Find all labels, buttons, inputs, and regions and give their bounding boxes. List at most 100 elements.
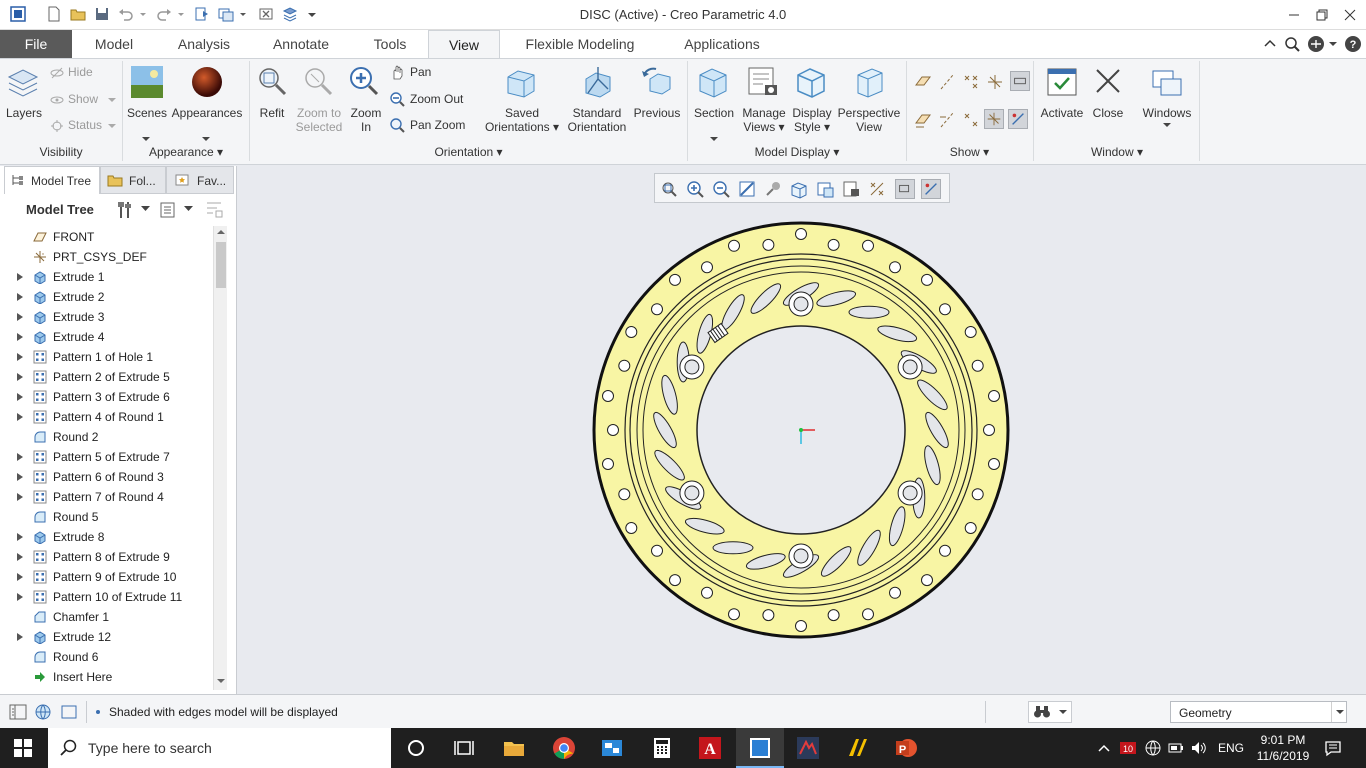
point-display-icon[interactable] <box>962 73 980 91</box>
saved-orientations-button[interactable]: Saved Orientations ▾ <box>480 106 564 134</box>
pan-zoom-button[interactable]: Pan Zoom <box>390 118 465 133</box>
expand-arrow-icon[interactable] <box>17 453 23 461</box>
tab-flexible-modeling[interactable]: Flexible Modeling <box>512 30 648 58</box>
powerpoint-icon[interactable]: P <box>894 736 918 760</box>
annotation-display-icon[interactable] <box>1008 109 1028 129</box>
selection-filter[interactable]: Geometry <box>1170 701 1347 723</box>
display-style-small-icon[interactable] <box>789 179 809 199</box>
help-icon[interactable]: ? <box>1344 35 1362 53</box>
language-indicator[interactable]: ENG <box>1218 741 1244 755</box>
chrome-icon[interactable] <box>552 736 576 760</box>
spin-center-icon[interactable] <box>1010 71 1030 91</box>
layers-button[interactable]: Layers <box>2 106 46 120</box>
expand-arrow-icon[interactable] <box>17 633 23 641</box>
tab-view[interactable]: View <box>428 30 500 59</box>
orientation-group-label[interactable]: Orientation ▾ <box>250 145 687 159</box>
windows-button[interactable]: Windows <box>1138 106 1196 120</box>
minimize-icon[interactable] <box>1285 6 1303 24</box>
tree-item[interactable]: Pattern 1 of Hole 1 <box>8 347 211 367</box>
close-button[interactable]: Close <box>1088 106 1128 120</box>
tab-model-tree[interactable]: Model Tree <box>4 166 100 194</box>
datum-display-icon[interactable] <box>867 179 887 199</box>
tray-app-icon[interactable]: 10 <box>1119 740 1137 756</box>
tab-folder-browser[interactable]: Fol... <box>100 166 166 194</box>
scenes-dropdown-icon[interactable] <box>142 137 150 143</box>
scenes-button[interactable]: Scenes <box>126 106 168 120</box>
expand-arrow-icon[interactable] <box>17 573 23 581</box>
activate-button[interactable]: Activate <box>1036 106 1088 120</box>
start-windows-icon[interactable] <box>13 738 33 758</box>
show-button[interactable]: Show <box>50 92 118 106</box>
tab-model[interactable]: Model <box>80 30 148 58</box>
tree-item[interactable]: Extrude 12 <box>8 627 211 647</box>
zoom-out-button[interactable]: Zoom Out <box>390 92 463 107</box>
expand-arrow-icon[interactable] <box>17 273 23 281</box>
community-dropdown-icon[interactable] <box>1327 38 1339 50</box>
tree-item[interactable]: Round 5 <box>8 507 211 527</box>
norton-icon[interactable] <box>846 736 870 760</box>
expand-arrow-icon[interactable] <box>17 313 23 321</box>
axis-display-icon[interactable] <box>938 73 956 91</box>
appearances-button[interactable]: Appearances <box>170 106 244 120</box>
settings-dropdown-icon[interactable] <box>141 206 150 212</box>
expand-arrow-icon[interactable] <box>17 333 23 341</box>
tree-item[interactable]: Extrude 4 <box>8 327 211 347</box>
cortana-icon[interactable] <box>404 736 428 760</box>
tree-item[interactable]: Extrude 8 <box>8 527 211 547</box>
solidworks-icon[interactable] <box>796 736 820 760</box>
taskbar-active-app[interactable] <box>736 728 784 768</box>
expand-arrow-icon[interactable] <box>17 373 23 381</box>
find-button[interactable] <box>1028 701 1072 723</box>
battery-icon[interactable] <box>1167 739 1185 757</box>
full-screen-icon[interactable] <box>60 704 78 720</box>
tree-item[interactable]: Pattern 6 of Round 3 <box>8 467 211 487</box>
model-display-group-label[interactable]: Model Display ▾ <box>688 145 906 159</box>
tree-item[interactable]: Pattern 7 of Round 4 <box>8 487 211 507</box>
view-manager-small-icon[interactable] <box>841 179 861 199</box>
csys-tag-icon[interactable] <box>984 109 1004 129</box>
expand-arrow-icon[interactable] <box>17 533 23 541</box>
collapse-ribbon-icon[interactable] <box>1262 36 1278 52</box>
zoom-in-button[interactable]: Zoom In <box>346 106 386 134</box>
tree-item[interactable]: Chamfer 1 <box>8 607 211 627</box>
tree-item[interactable]: Insert Here <box>8 667 211 687</box>
axis-tag-icon[interactable] <box>938 111 956 129</box>
tree-item[interactable]: x PRT_CSYS_DEF <box>8 247 211 267</box>
previous-button[interactable]: Previous <box>630 106 684 120</box>
tree-item[interactable]: Pattern 2 of Extrude 5 <box>8 367 211 387</box>
tree-filter-icon[interactable] <box>204 200 224 220</box>
expand-arrow-icon[interactable] <box>17 553 23 561</box>
taskbar-search-box[interactable]: Type here to search <box>48 728 391 768</box>
graphics-window[interactable] <box>238 166 1366 694</box>
pan-button[interactable]: Pan <box>390 65 431 80</box>
tree-item[interactable]: Round 6 <box>8 647 211 667</box>
spin-center-small-icon[interactable] <box>895 179 915 199</box>
plane-display-icon[interactable] <box>914 73 932 91</box>
scrollbar-thumb[interactable] <box>216 242 226 288</box>
close-icon[interactable] <box>1341 6 1359 24</box>
toggle-navigator-icon[interactable] <box>9 704 27 720</box>
appearance-group-label[interactable]: Appearance ▾ <box>122 145 250 159</box>
tab-favorites[interactable]: Fav... <box>166 166 234 194</box>
tree-item[interactable]: FRONT <box>8 227 211 247</box>
taskbar-clock[interactable]: 9:01 PM 11/6/2019 <box>1256 732 1310 764</box>
show-hidden-icons-icon[interactable] <box>1097 741 1111 755</box>
volume-icon[interactable] <box>1190 739 1208 757</box>
settings-tools-icon[interactable] <box>116 200 134 220</box>
section-button[interactable]: Section <box>690 106 738 120</box>
network-globe-icon[interactable] <box>1144 739 1162 757</box>
windows-dropdown-icon[interactable] <box>1163 123 1171 129</box>
expand-arrow-icon[interactable] <box>17 393 23 401</box>
refit-small-icon[interactable] <box>659 179 679 199</box>
tree-item[interactable]: Pattern 5 of Extrude 7 <box>8 447 211 467</box>
hide-button[interactable]: Hide <box>50 65 93 79</box>
selection-filter-dropdown[interactable] <box>1331 702 1347 722</box>
tree-item[interactable]: Pattern 8 of Extrude 9 <box>8 547 211 567</box>
refit-button[interactable]: Refit <box>252 106 292 120</box>
expand-arrow-icon[interactable] <box>17 413 23 421</box>
point-tag-icon[interactable] <box>962 111 980 129</box>
calculator-icon[interactable] <box>650 736 674 760</box>
show-group-label[interactable]: Show ▾ <box>906 145 1033 159</box>
file-explorer-icon[interactable] <box>502 736 526 760</box>
tree-item[interactable]: Pattern 9 of Extrude 10 <box>8 567 211 587</box>
